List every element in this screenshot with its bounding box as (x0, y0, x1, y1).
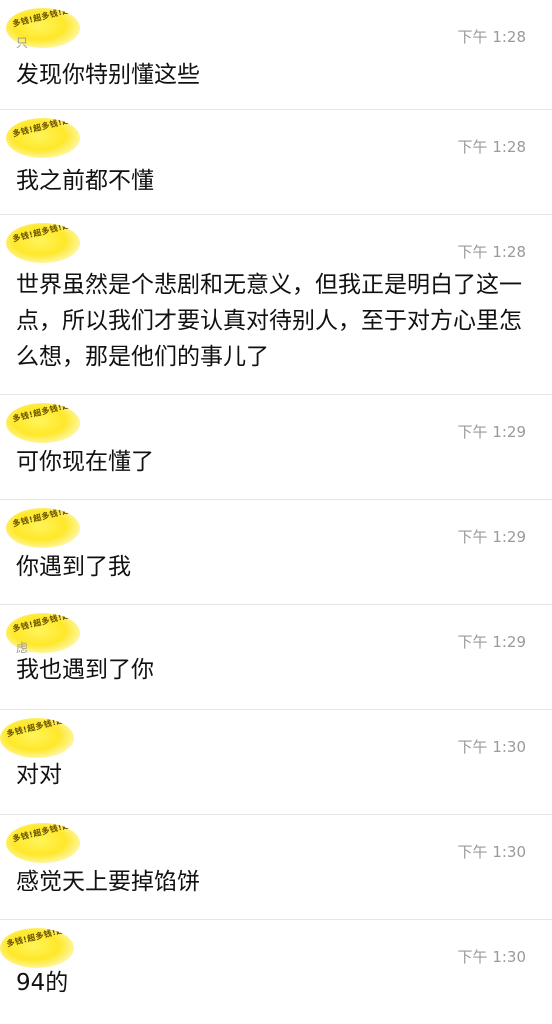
message-time: 下午 1:29 (457, 528, 526, 546)
message-text: 感觉天上要掉馅饼 (16, 869, 200, 895)
message-time: 下午 1:30 (457, 948, 526, 966)
message-text: 我也遇到了你 (16, 657, 154, 683)
message-item[interactable]: 多钱!超多钱!超多钱!超多钱!超 下午 1:30 94的 (0, 920, 552, 1024)
message-item[interactable]: 多钱!超多钱!超多钱!超多钱!超 下午 1:30 对对 (0, 710, 552, 815)
message-text: 你遇到了我 (16, 554, 131, 580)
message-item[interactable]: 多钱!超多钱!超多钱!超多钱!超 下午 1:29 你遇到了我 (0, 500, 552, 605)
message-text: 可你现在懂了 (16, 449, 154, 475)
avatar[interactable]: 多钱!超多钱!超多钱!超多钱!超 (0, 928, 74, 968)
message-item[interactable]: 多钱!超多钱!超多钱!超多钱!超 虑 下午 1:29 我也遇到了你 (0, 605, 552, 710)
message-text: 94的 (16, 970, 69, 996)
message-item[interactable]: 多钱!超多钱!超多钱!超多钱!超 下午 1:30 感觉天上要掉馅饼 (0, 815, 552, 920)
sender-name: 只 (16, 36, 29, 50)
message-time: 下午 1:30 (457, 738, 526, 756)
message-text: 世界虽然是个悲剧和无意义，但我正是明白了这一点，所以我们才要认真对待别人，至于对… (16, 272, 522, 370)
message-item[interactable]: 多钱!超多钱!超多钱!超多钱!超 下午 1:28 我之前都不懂 (0, 110, 552, 215)
avatar[interactable]: 多钱!超多钱!超多钱!超多钱!超 (0, 718, 74, 758)
avatar[interactable]: 多钱!超多钱!超多钱!超多钱!超 (6, 823, 80, 863)
avatar[interactable]: 多钱!超多钱!超多钱!超多钱!超 (6, 508, 80, 548)
message-text: 我之前都不懂 (16, 168, 154, 194)
message-item[interactable]: 多钱!超多钱!超多钱!超多钱!超 只 下午 1:28 发现你特别懂这些 (0, 0, 552, 110)
message-time: 下午 1:28 (457, 28, 526, 46)
avatar[interactable]: 多钱!超多钱!超多钱!超多钱!超 (6, 403, 80, 443)
message-text: 发现你特别懂这些 (16, 62, 200, 88)
message-time: 下午 1:28 (457, 243, 526, 261)
message-item[interactable]: 多钱!超多钱!超多钱!超多钱!超 下午 1:29 可你现在懂了 (0, 395, 552, 500)
message-text: 对对 (16, 762, 62, 788)
message-item[interactable]: 多钱!超多钱!超多钱!超多钱!超 下午 1:28 世界虽然是个悲剧和无意义，但我… (0, 215, 552, 395)
message-time: 下午 1:29 (457, 423, 526, 441)
message-time: 下午 1:29 (457, 633, 526, 651)
message-time: 下午 1:28 (457, 138, 526, 156)
avatar[interactable]: 多钱!超多钱!超多钱!超多钱!超 (6, 118, 80, 158)
avatar[interactable]: 多钱!超多钱!超多钱!超多钱!超 (6, 223, 80, 263)
message-time: 下午 1:30 (457, 843, 526, 861)
